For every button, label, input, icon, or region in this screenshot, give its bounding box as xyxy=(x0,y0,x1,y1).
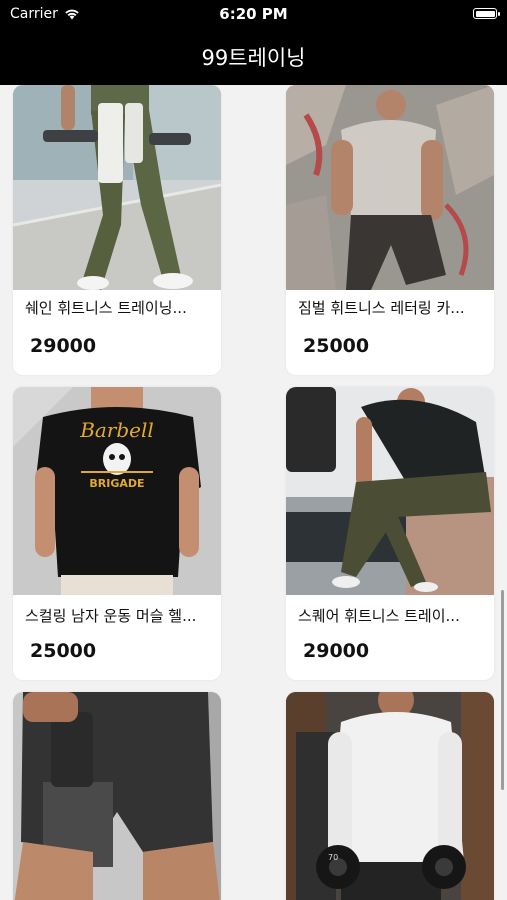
product-image xyxy=(13,85,221,290)
product-price: 29000 xyxy=(303,640,370,662)
status-time: 6:20 PM xyxy=(219,5,288,23)
product-name: 쉐인 휘트니스 트레이닝... xyxy=(25,299,187,317)
product-card[interactable]: Barbell BRIGADE 스컬링 남자 운동 머슬 헬... 25000 xyxy=(13,387,221,680)
product-image xyxy=(286,85,494,290)
navigation-bar: 99트레이닝 xyxy=(0,28,507,85)
product-name: 짐벌 휘트니스 레터링 카... xyxy=(298,299,465,317)
product-card[interactable] xyxy=(13,692,221,900)
product-list[interactable]: 쉐인 휘트니스 트레이닝... 29000 짐벌 휘트니스 레터링 카... 2… xyxy=(0,85,507,900)
page-title: 99트레이닝 xyxy=(201,45,306,70)
product-card[interactable]: 쉐인 휘트니스 트레이닝... 29000 xyxy=(13,85,221,375)
status-bar: Carrier 6:20 PM xyxy=(0,0,507,28)
product-name: 스컬링 남자 운동 머슬 헬... xyxy=(25,607,197,625)
shirt-print-bottom: BRIGADE xyxy=(89,477,144,490)
battery-icon xyxy=(473,8,500,19)
product-card[interactable]: 70 xyxy=(286,692,494,900)
product-price: 29000 xyxy=(30,335,97,357)
product-image: Barbell BRIGADE xyxy=(13,387,221,595)
product-card[interactable]: 짐벌 휘트니스 레터링 카... 25000 xyxy=(286,85,494,375)
product-price: 25000 xyxy=(303,335,370,357)
product-card[interactable]: 스퀘어 휘트니스 트레이... 29000 xyxy=(286,387,494,680)
shirt-print-top: Barbell xyxy=(79,418,154,442)
product-image xyxy=(286,387,494,595)
vertical-scrollbar[interactable] xyxy=(501,590,504,790)
product-name: 스퀘어 휘트니스 트레이... xyxy=(298,607,460,625)
product-price: 25000 xyxy=(30,640,97,662)
product-image: 70 xyxy=(286,692,494,900)
product-image xyxy=(13,692,221,900)
dumbbell-label: 70 xyxy=(328,853,338,862)
